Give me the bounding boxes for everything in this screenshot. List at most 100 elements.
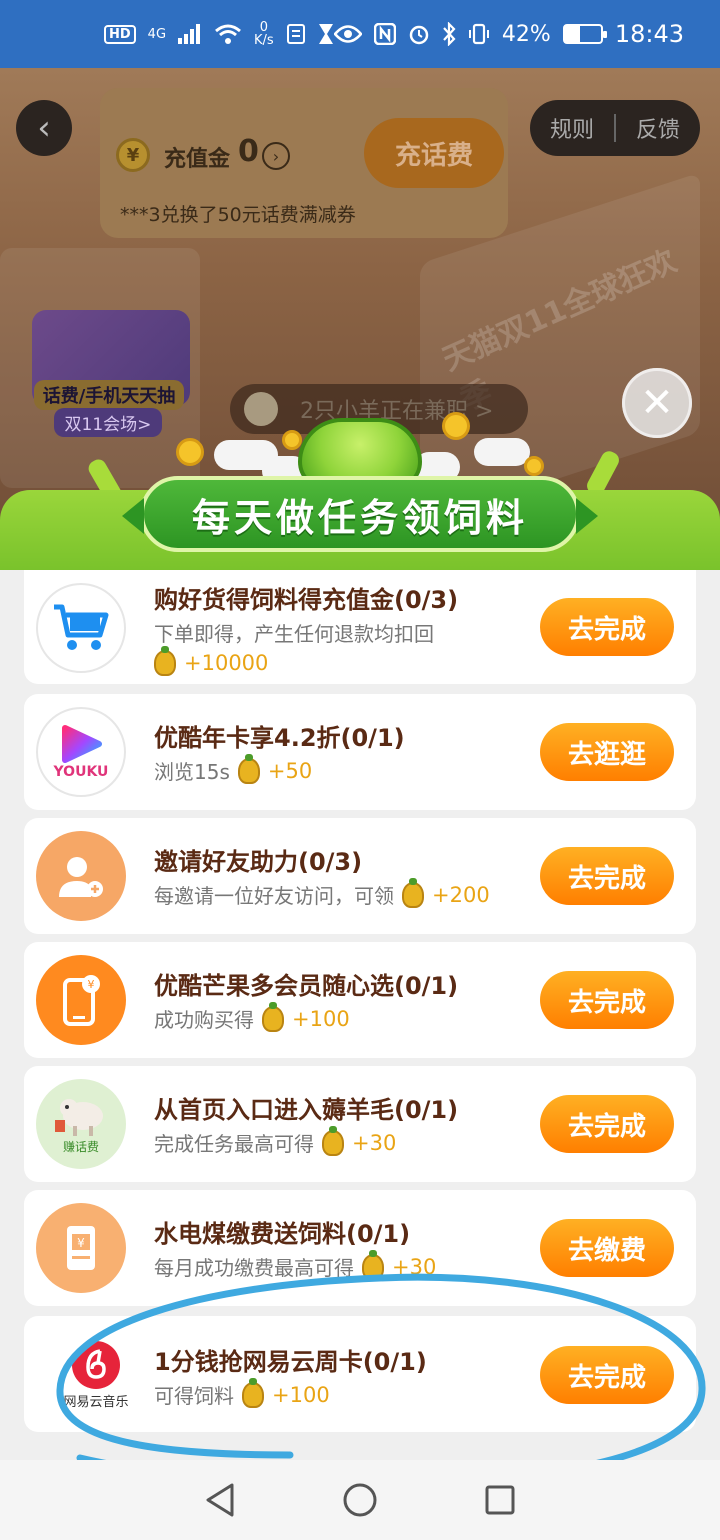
task-action-button[interactable]: 去缴费	[540, 1219, 674, 1277]
svg-text:¥: ¥	[77, 1236, 85, 1250]
task-description: 完成任务最高可得 +30	[154, 1125, 397, 1157]
task-action-button[interactable]: 去逛逛	[540, 723, 674, 781]
battery-percent: 42%	[501, 21, 551, 47]
coin-decoration	[524, 456, 544, 476]
bill-icon: ¥	[36, 1203, 126, 1293]
battery-fill	[564, 26, 580, 42]
hd-badge: HD	[104, 24, 136, 44]
task-item: 购好货得饲料得充值金(0/3) 下单即得，产生任何退款均扣回 +10000 去完…	[24, 570, 696, 684]
battery-icon	[562, 24, 607, 44]
task-reward: +200	[402, 877, 490, 908]
feed-bag-icon	[362, 1249, 384, 1280]
nav-home-button[interactable]	[340, 1480, 380, 1520]
task-item: 赚话费 从首页入口进入薅羊毛(0/1) 完成任务最高可得 +30 去完成	[24, 1066, 696, 1182]
task-description-text: 可得饲料	[154, 1384, 234, 1408]
recharge-label: 充值金	[164, 147, 231, 172]
task-description: 可得饲料 +100	[154, 1377, 330, 1409]
task-reward: +50	[237, 753, 312, 784]
net-speed-unit: K/s	[254, 33, 274, 48]
task-reward-value: +100	[292, 1006, 350, 1031]
recharge-phone-button[interactable]: 充话费	[364, 118, 504, 188]
recharge-card: ¥ 充值金 0 › 充话费 ***3兑换了50元话费满减券	[100, 88, 508, 238]
yuan-coin-icon: ¥	[116, 138, 150, 172]
circle-home-icon	[343, 1483, 377, 1517]
nfc-icon	[373, 23, 396, 45]
task-action-button[interactable]: 去完成	[540, 598, 674, 656]
task-list[interactable]: 购好货得饲料得充值金(0/3) 下单即得，产生任何退款均扣回 +10000 去完…	[0, 570, 720, 1460]
feed-bag-icon	[262, 1001, 284, 1032]
task-reward: +30	[362, 1249, 437, 1280]
task-reward-row: +10000	[154, 646, 268, 676]
task-description-text: 每月成功缴费最高可得	[154, 1256, 354, 1280]
back-button[interactable]: ‹	[16, 100, 72, 156]
task-title: 优酷芒果多会员随心选(0/1)	[154, 972, 459, 1000]
task-action-button[interactable]: 去完成	[540, 971, 674, 1029]
eye-icon	[333, 25, 362, 43]
modal-title: 每天做任务领饲料	[191, 495, 528, 540]
task-reward-value: +30	[352, 1130, 397, 1155]
feed-bag-icon	[322, 1125, 344, 1156]
clock: 18:43	[614, 20, 684, 48]
youku-logo-text: YOUKU	[53, 764, 109, 780]
task-item: YOUKU 优酷年卡享4.2折(0/1) 浏览15s +50 去逛逛	[24, 694, 696, 810]
triangle-back-icon	[206, 1483, 234, 1517]
status-bar: HD 4G 0 K/s 42% 18:43	[0, 0, 720, 68]
chevron-left-icon: ‹	[37, 108, 51, 148]
netease-music-label: 网易云音乐	[63, 1394, 129, 1410]
network-type: 4G	[147, 26, 167, 42]
task-description: 每月成功缴费最高可得 +30	[154, 1249, 437, 1281]
exchange-ticker: ***3兑换了50元话费满减券	[120, 204, 356, 226]
task-description: 浏览15s +50	[154, 753, 312, 785]
task-reward: +30	[322, 1125, 397, 1156]
task-action-button[interactable]: 去完成	[540, 1095, 674, 1153]
recharge-value: 0	[238, 134, 259, 169]
task-description-text: 浏览15s	[154, 760, 230, 784]
youku-logo-icon: YOUKU	[36, 707, 126, 797]
shopping-cart-icon	[36, 583, 126, 673]
sheep-icon-label: 赚话费	[62, 1139, 99, 1154]
vibrate-icon	[468, 23, 489, 45]
task-description-text: 成功购买得	[154, 1008, 254, 1032]
task-item: 网易云音乐 1分钱抢网易云周卡(0/1) 可得饲料 +100 去完成	[24, 1316, 696, 1432]
task-title: 从首页入口进入薅羊毛(0/1)	[154, 1096, 459, 1124]
task-action-button[interactable]: 去完成	[540, 847, 674, 905]
task-title: 1分钱抢网易云周卡(0/1)	[154, 1348, 427, 1376]
task-title: 水电煤缴费送饲料(0/1)	[154, 1220, 411, 1248]
task-description-text: 完成任务最高可得	[154, 1132, 314, 1156]
task-description: 成功购买得 +100	[154, 1001, 350, 1033]
coin-decoration	[442, 412, 470, 440]
task-description-text: 每邀请一位好友访问，可领	[154, 884, 394, 908]
modal-title-ribbon: 每天做任务领饲料	[122, 476, 598, 552]
feed-bag-icon	[402, 877, 424, 908]
rules-feedback-pill: 规则 反馈	[530, 100, 700, 156]
notes-icon	[286, 24, 305, 44]
task-reward: +100	[262, 1001, 350, 1032]
feedback-link[interactable]: 反馈	[636, 112, 680, 144]
task-reward: +100	[242, 1377, 330, 1408]
coin-decoration	[282, 430, 302, 450]
task-reward-value: +100	[272, 1382, 330, 1407]
square-recents-icon	[485, 1485, 515, 1515]
add-friend-icon	[36, 831, 126, 921]
task-reward-value: +30	[392, 1254, 437, 1279]
system-nav-bar	[0, 1460, 720, 1540]
nav-recents-button[interactable]	[480, 1480, 520, 1520]
bluetooth-icon	[443, 22, 456, 46]
task-item: ¥ 水电煤缴费送饲料(0/1) 每月成功缴费最高可得 +30 去缴费	[24, 1190, 696, 1306]
svg-text:¥: ¥	[88, 978, 95, 991]
task-title: 购好货得饲料得充值金(0/3)	[154, 586, 459, 614]
chevron-right-icon[interactable]: ›	[262, 142, 290, 170]
netease-music-icon: 网易云音乐	[46, 1329, 146, 1419]
net-speed: 0 K/s	[254, 21, 274, 47]
task-reward-value: +200	[432, 882, 490, 907]
rules-link[interactable]: 规则	[550, 112, 594, 144]
task-reward: +10000	[154, 646, 268, 676]
coin-decoration	[176, 438, 204, 466]
task-description: 下单即得，产生任何退款均扣回	[154, 618, 434, 647]
pill-divider	[613, 114, 616, 142]
wifi-icon	[215, 24, 241, 44]
task-title: 优酷年卡享4.2折(0/1)	[154, 724, 405, 752]
sheep-icon: 赚话费	[36, 1079, 126, 1169]
task-action-button[interactable]: 去完成	[540, 1346, 674, 1404]
nav-back-button[interactable]	[200, 1480, 240, 1520]
